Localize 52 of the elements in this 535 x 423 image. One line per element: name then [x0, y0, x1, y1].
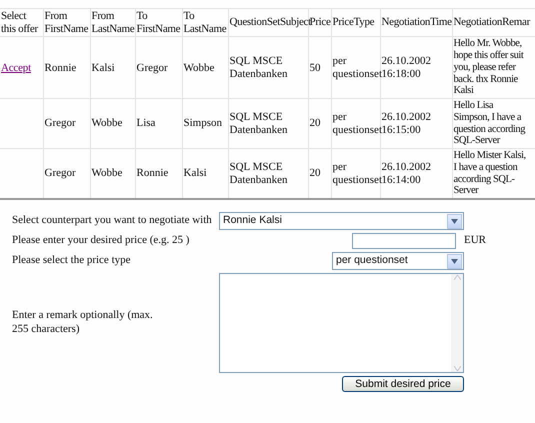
table-cell: 20 — [310, 167, 320, 180]
table-cell: per questionset — [332, 161, 382, 186]
counterpart-select[interactable]: Ronnie Kalsi — [219, 212, 464, 230]
table-cell: SQL MSCE Datenbanken — [230, 55, 288, 80]
price-input[interactable] — [352, 233, 456, 250]
table-cell: Wobbe — [92, 167, 122, 180]
table-cell: Wobbe — [92, 117, 122, 130]
column-header: NegotiationTime — [382, 16, 452, 28]
column-header: QuestionSetSubject — [230, 16, 311, 28]
field-label: Please enter your desired price (e.g. 25 ) — [12, 234, 190, 248]
remark-textarea[interactable] — [219, 273, 464, 374]
table-cell: Lisa — [136, 117, 156, 130]
table-cell: Gregor — [44, 117, 76, 130]
table-cell: 26.10.2002 16:15:00 — [382, 111, 431, 136]
submit-button[interactable]: Submit desired price — [342, 376, 464, 392]
column-header: NegotiationRemar — [454, 16, 530, 28]
scroll-up-icon[interactable] — [454, 275, 460, 280]
dropdown-arrow-icon — [451, 218, 458, 224]
table-cell: Ronnie — [44, 62, 76, 74]
table-cell-text: Hello Lisa Simpson, I have a question according SQL-Server — [454, 100, 526, 148]
unit-label: EUR — [464, 234, 486, 248]
table-cell: Gregor — [136, 62, 168, 74]
table-cell: 50 — [310, 62, 320, 74]
table-cell: SQL MSCE Datenbanken — [230, 111, 288, 136]
column-header: From LastName — [92, 10, 134, 35]
price-type-select[interactable]: per questionset — [332, 252, 464, 270]
table-cell-text: Hello Mister Kalsi, I have a question according SQL- Server — [454, 150, 527, 198]
table-cell: Kalsi — [92, 62, 115, 74]
table-cell: per questionset — [332, 111, 382, 136]
table-cell: 26.10.2002 16:18:00 — [382, 55, 431, 80]
table-cell: Simpson — [184, 117, 222, 130]
table-cell: 26.10.2002 16:14:00 — [382, 161, 431, 186]
dropdown-arrow-icon — [451, 258, 458, 264]
field-label: Enter a remark optionally (max. 255 characters) — [12, 309, 154, 337]
scroll-down-icon[interactable] — [454, 366, 460, 372]
table-cell: Gregor — [44, 167, 76, 180]
table-cell-text: Hello Mr. Wobbe, hope this offer suit you, please refer back. thx Ronnie Kalsi — [454, 38, 525, 98]
table-cell: SQL MSCE Datenbanken — [230, 161, 288, 186]
table-cell: Wobbe — [184, 62, 214, 74]
column-header: To FirstName — [136, 10, 180, 35]
accept-link[interactable]: Accept — [1, 62, 31, 74]
field-label: Please select the price type — [12, 254, 131, 268]
column-header: From FirstName — [44, 10, 88, 35]
column-header: PriceType — [332, 16, 374, 28]
column-header: To LastName — [184, 10, 226, 35]
column-header: Select this offer — [1, 10, 38, 35]
table-cell: Ronnie — [136, 167, 168, 180]
field-label: Select counterpart you want to negotiate with — [12, 214, 212, 228]
column-header: Price — [310, 16, 331, 28]
table-cell: 20 — [310, 117, 320, 130]
table-cell: per questionset — [332, 55, 382, 80]
table-cell: Kalsi — [184, 167, 207, 180]
